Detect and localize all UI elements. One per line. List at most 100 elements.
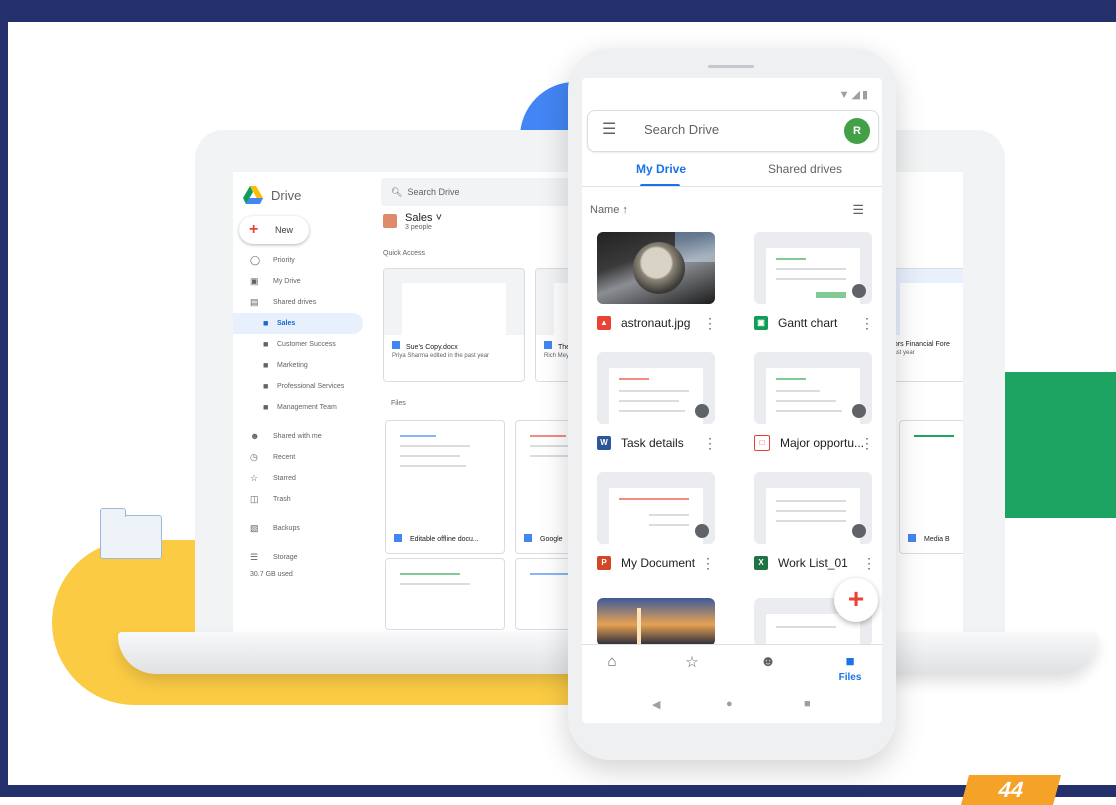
- file-thumbnail-work-list[interactable]: [754, 472, 872, 544]
- more-options-icon[interactable]: ⋮: [703, 315, 717, 332]
- sidebar-item-priority[interactable]: ◯ Priority: [233, 250, 363, 271]
- file-item-major-opportunity[interactable]: □ Major opportu... ⋮: [754, 434, 874, 452]
- mobile-search-bar[interactable]: ☰ Search Drive R: [587, 110, 879, 152]
- folder-icon: ■: [263, 381, 269, 391]
- sidebar-item-recent[interactable]: ◷ Recent: [233, 447, 363, 468]
- folder-header[interactable]: Sales ˅ 3 people: [383, 212, 442, 231]
- tab-shared-drives[interactable]: Shared drives: [768, 162, 842, 176]
- back-icon[interactable]: ◀: [652, 698, 660, 711]
- file-thumbnail-task-details[interactable]: [597, 352, 715, 424]
- mobile-search-placeholder: Search Drive: [644, 122, 720, 137]
- file-thumbnail-major-opportunity[interactable]: [754, 352, 872, 424]
- folder-icon: ■: [263, 360, 269, 370]
- file-thumbnail-astronaut[interactable]: [597, 232, 715, 304]
- app-name: Drive: [271, 187, 302, 203]
- new-button[interactable]: + New: [239, 216, 309, 244]
- sidebar-item-customer-success[interactable]: ■ Customer Success: [233, 334, 363, 355]
- doc-line: [619, 390, 689, 392]
- sort-button[interactable]: Name ↑: [590, 204, 628, 216]
- file-card[interactable]: [385, 558, 505, 630]
- quick-access-card[interactable]: Sue's Copy.docx Priya Sharma edited in t…: [383, 268, 525, 382]
- drive-logo[interactable]: Drive: [243, 186, 301, 204]
- sidebar-item-professional-services[interactable]: ■ Professional Services: [233, 376, 363, 397]
- sidebar-item-label: My Drive: [273, 278, 301, 285]
- home-button-icon[interactable]: ●: [726, 698, 733, 710]
- doc-line: [400, 465, 466, 467]
- more-options-icon[interactable]: ⋮: [860, 435, 874, 452]
- frame-left: [0, 0, 8, 797]
- nav-home[interactable]: ⌂: [592, 653, 632, 672]
- sidebar-item-label: Trash: [273, 496, 291, 503]
- sidebar-item-shared-drives[interactable]: ▤ Shared drives: [233, 292, 363, 313]
- menu-icon[interactable]: ☰: [602, 121, 616, 139]
- doc-line: [776, 258, 806, 260]
- sidebar-item-my-drive[interactable]: ▣ My Drive: [233, 271, 363, 292]
- doc-line: [776, 390, 820, 392]
- quick-access-label: Quick Access: [383, 250, 426, 257]
- sidebar-item-label: Starred: [273, 475, 296, 482]
- star-icon: ☆: [685, 654, 699, 671]
- sidebar-item-label: Management Team: [277, 404, 337, 411]
- add-button[interactable]: +: [834, 578, 878, 622]
- sidebar-item-trash[interactable]: ◫ Trash: [233, 489, 363, 510]
- file-item-work-list[interactable]: X Work List_01 ⋮: [754, 554, 876, 572]
- file-thumbnail-my-document[interactable]: [597, 472, 715, 544]
- sidebar-item-storage[interactable]: ☰ Storage: [233, 547, 363, 568]
- doc-line: [400, 583, 470, 585]
- sidebar-item-shared-with-me[interactable]: ☻ Shared with me: [233, 426, 363, 447]
- file-item-task-details[interactable]: W Task details ⋮: [597, 434, 717, 452]
- file-name: Media B: [908, 534, 950, 543]
- recents-icon[interactable]: ■: [804, 698, 811, 710]
- file-name: Work List_01: [778, 556, 848, 570]
- file-card-peek[interactable]: Media B: [899, 420, 963, 554]
- file-thumbnail-tokyo[interactable]: [597, 598, 715, 646]
- tab-my-drive[interactable]: My Drive: [636, 162, 686, 176]
- folder-icon: ■: [845, 653, 855, 670]
- doc-preview: [766, 368, 860, 424]
- file-card[interactable]: Editable offline docu...: [385, 420, 505, 554]
- nav-files[interactable]: ■ Files: [830, 653, 870, 683]
- file-thumbnail-gantt[interactable]: [754, 232, 872, 304]
- more-options-icon[interactable]: ⋮: [862, 555, 876, 572]
- file-item-my-document[interactable]: P My Document ⋮: [597, 554, 715, 572]
- sidebar-item-starred[interactable]: ☆ Starred: [233, 468, 363, 489]
- file-item-astronaut[interactable]: ▲ astronaut.jpg ⋮: [597, 314, 717, 332]
- mobile-bottom-nav: ⌂ ☆ ☻ ■ Files: [582, 644, 882, 697]
- sidebar-item-sales[interactable]: ■ Sales: [233, 313, 363, 334]
- more-options-icon[interactable]: ⋮: [701, 555, 715, 572]
- sidebar-item-label: Customer Success: [277, 341, 336, 348]
- more-options-icon[interactable]: ⋮: [860, 315, 874, 332]
- status-bar-icons: ▼◢▮: [838, 89, 870, 101]
- doc-line: [776, 626, 836, 628]
- clock-icon: ◷: [250, 452, 258, 462]
- storage-used: 30.7 GB used: [250, 571, 293, 578]
- doc-line: [619, 400, 679, 402]
- doc-line: [776, 278, 846, 280]
- sidebar-item-management-team[interactable]: ■ Management Team: [233, 397, 363, 418]
- doc-line: [619, 378, 649, 380]
- phone-frame: ▼◢▮ ☰ Search Drive R My Drive Shared dri…: [568, 48, 896, 760]
- doc-preview: [766, 248, 860, 304]
- sidebar-item-label: Professional Services: [277, 383, 345, 390]
- sidebar-item-label: Backups: [273, 525, 300, 532]
- card-title: Sue's Copy.docx: [406, 344, 458, 351]
- sidebar-item-marketing[interactable]: ■ Marketing: [233, 355, 363, 376]
- search-icon: 🔍︎: [391, 187, 403, 197]
- nav-starred[interactable]: ☆: [672, 653, 712, 673]
- more-options-icon[interactable]: ⋮: [703, 435, 717, 452]
- list-view-icon[interactable]: ☰: [852, 202, 864, 218]
- shared-drives-icon: ▤: [250, 297, 259, 307]
- sidebar-item-backups[interactable]: ▧ Backups: [233, 518, 363, 539]
- file-item-gantt[interactable]: ▣ Gantt chart ⋮: [754, 314, 874, 332]
- doc-line: [776, 410, 842, 412]
- folder-title: Sales: [405, 212, 433, 224]
- nav-shared[interactable]: ☻: [748, 653, 788, 672]
- avatar[interactable]: R: [844, 118, 870, 144]
- powerpoint-icon: P: [597, 556, 611, 570]
- folder-icon: ■: [263, 318, 269, 328]
- doc-line: [649, 524, 689, 526]
- arrow-up-icon: ↑: [622, 204, 628, 216]
- shared-badge-icon: [695, 524, 709, 538]
- folder-color-icon: [383, 214, 397, 228]
- page-number-badge: 44: [960, 775, 1062, 805]
